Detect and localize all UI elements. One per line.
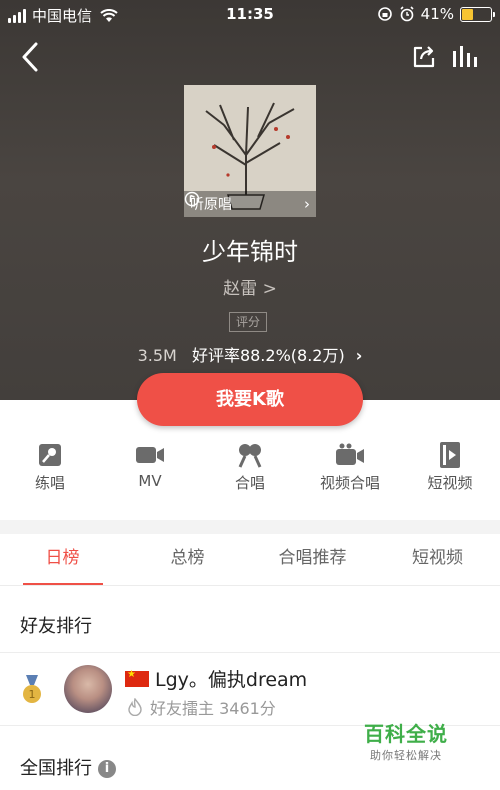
play-count: 3.5M [137,346,177,365]
singer-link[interactable]: 赵雷 > [0,274,500,299]
practice-icon [0,440,100,470]
medal-rank: 1 [29,688,36,701]
top-nav [0,38,500,78]
battery-percent: 41% [420,5,454,23]
action-label: MV [138,472,162,490]
rating-tag[interactable]: 评分 [229,312,267,332]
friend-score-text: 好友擂主 3461分 [150,699,276,718]
action-video-duet[interactable]: 视频合唱 [300,440,400,500]
tab-daily[interactable]: 日榜 [0,534,125,585]
rotation-lock-icon [377,7,392,21]
alarm-icon [400,6,414,22]
medal-icon: 1 [23,675,41,703]
song-title: 少年锦时 [202,238,298,266]
friends-ranking-title: 好友排行 [20,616,92,637]
ranking-row[interactable]: 1 Lgy。偏执dream 好友擂主 3461分 [0,652,500,726]
friend-name[interactable]: Lgy。偏执dream [125,665,307,692]
sing-karaoke-button[interactable]: 我要K歌 [137,373,363,426]
status-bar: 中国电信 11:35 41% [0,0,500,30]
battery-icon [460,6,495,22]
rating-text: 好评率88.2%(8.2万) [191,346,345,365]
action-label: 短视频 [427,474,473,492]
share-icon[interactable] [410,43,438,71]
action-row: 练唱 MV 合唱 视频合唱 短视频 [0,440,500,500]
chevron-right-icon: › [304,195,310,213]
tab-short-video[interactable]: 短视频 [375,534,500,585]
song-stats[interactable]: 3.5M 好评率88.2%(8.2万) › [0,342,500,366]
listen-original-bar[interactable]: 听原唱 › [184,191,316,217]
back-icon[interactable] [16,40,46,74]
friend-score: 好友擂主 3461分 [126,695,276,719]
info-icon[interactable]: i [98,760,116,778]
album-cover[interactable]: 听原唱 › [184,85,316,217]
china-flag-icon [125,669,149,687]
tab-duet-recommend[interactable]: 合唱推荐 [250,534,375,585]
action-mv[interactable]: MV [100,440,200,500]
section-divider [0,520,500,534]
ranking-tabs: 日榜 总榜 合唱推荐 短视频 [0,534,500,586]
action-practice[interactable]: 练唱 [0,440,100,500]
watermark-subtitle: 助你轻松解决 [370,749,442,762]
action-label: 视频合唱 [319,474,380,492]
short-video-icon [400,440,500,470]
duet-icon [200,440,300,470]
avatar[interactable] [64,665,112,713]
chevron-right-icon: › [355,346,363,365]
flame-icon [128,698,142,716]
video-camera-icon [100,440,200,470]
action-short-video[interactable]: 短视频 [400,440,500,500]
tab-overall[interactable]: 总榜 [125,534,250,585]
action-label: 练唱 [34,474,65,492]
watermark-title: 百科全说 [364,722,448,746]
status-right: 41% [377,5,495,23]
national-ranking-title: 全国排行 i [20,754,116,780]
action-duet[interactable]: 合唱 [200,440,300,500]
play-icon [184,191,200,207]
bar-chart-icon[interactable] [450,43,480,71]
video-duet-icon [300,440,400,470]
watermark-logo: 百科全说 助你轻松解决 [352,718,460,763]
national-ranking-label: 全国排行 [20,758,92,779]
action-label: 合唱 [234,474,265,492]
friend-name-text: Lgy。偏执dream [155,669,308,691]
